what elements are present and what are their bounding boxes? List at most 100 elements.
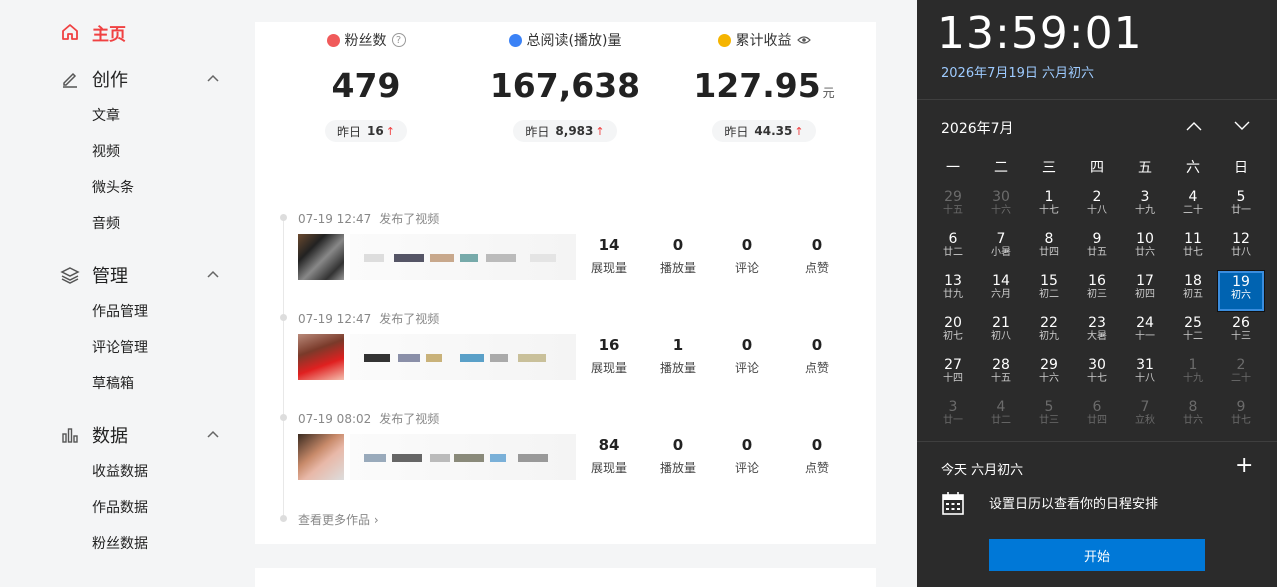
user-icon: [326, 33, 340, 47]
calendar-day[interactable]: 7 小暑: [977, 228, 1025, 270]
calendar-day[interactable]: 3 十九: [1121, 186, 1169, 228]
calendar-day[interactable]: 1 十七: [1025, 186, 1073, 228]
post-header: 07-19 12:47 发布了视频: [298, 310, 439, 327]
nav-item-income-data[interactable]: 收益数据: [60, 454, 220, 490]
nav-item-comments[interactable]: 评论管理: [60, 330, 220, 366]
calendar-day[interactable]: 26 十三: [1217, 312, 1265, 354]
video-thumbnail[interactable]: [298, 334, 344, 380]
calendar-day-today[interactable]: 19 初六: [1217, 270, 1265, 312]
calendar-day[interactable]: 4 廿二: [977, 396, 1025, 438]
calendar-day[interactable]: 5 廿三: [1025, 396, 1073, 438]
lunar-date: 初四: [1135, 288, 1155, 300]
timeline-dot: [280, 515, 287, 522]
view-more-link[interactable]: 查看更多作品 ›: [298, 511, 379, 528]
stat-income[interactable]: 累计收益 127.95 元 昨日 44.35 ↑: [664, 30, 864, 142]
calendar-day[interactable]: 4 二十: [1169, 186, 1217, 228]
calendar-day[interactable]: 6 廿四: [1073, 396, 1121, 438]
calendar-day[interactable]: 25 十二: [1169, 312, 1217, 354]
calendar-day[interactable]: 30 十六: [977, 186, 1025, 228]
nav-item-audio[interactable]: 音频: [60, 206, 220, 242]
nav-group-manage-header[interactable]: 管理: [60, 262, 220, 288]
calendar-grid: 29 十五 30 十六 1 十七 2 十八 3 十九 4 二十 5 廿一 6 廿二 7 小暑 8 廿四 9 廿五 10 廿六 1…: [929, 186, 1265, 438]
full-date-link[interactable]: 2026年7月19日 六月初六: [941, 62, 1094, 81]
chevron-up-icon[interactable]: [206, 268, 220, 282]
calendar-day[interactable]: 10 廿六: [1121, 228, 1169, 270]
calendar-flyout: 13:59:01 2026年7月19日 六月初六 2026年7月 一 二 三 四 五 六 日…: [917, 0, 1277, 587]
nav-item-works-data[interactable]: 作品数据: [60, 490, 220, 526]
nav-item-works[interactable]: 作品管理: [60, 294, 220, 330]
calendar-day[interactable]: 17 初四: [1121, 270, 1169, 312]
post-title-redacted[interactable]: [350, 434, 576, 480]
calendar-day[interactable]: 7 立秋: [1121, 396, 1169, 438]
calendar-day[interactable]: 29 十六: [1025, 354, 1073, 396]
calendar-day[interactable]: 16 初三: [1073, 270, 1121, 312]
help-icon[interactable]: ?: [391, 33, 406, 47]
yesterday-label: 昨日: [337, 124, 362, 139]
calendar-day[interactable]: 27 十四: [929, 354, 977, 396]
chevron-up-icon[interactable]: [206, 72, 220, 86]
post-row[interactable]: 84 展现量 0 播放量 0 评论 0 点赞: [298, 434, 848, 480]
month-label[interactable]: 2026年7月: [941, 118, 1014, 138]
calendar-day[interactable]: 31 十八: [1121, 354, 1169, 396]
start-button[interactable]: 开始: [989, 539, 1205, 571]
day-number: 4: [996, 399, 1006, 415]
day-number: 25: [1184, 315, 1202, 331]
post-row[interactable]: 14 展现量 0 播放量 0 评论 0 点赞: [298, 234, 848, 280]
video-thumbnail[interactable]: [298, 434, 344, 480]
calendar-day[interactable]: 28 十五: [977, 354, 1025, 396]
weekday-label: 一: [946, 160, 960, 176]
eye-icon[interactable]: [796, 35, 811, 45]
nav-item-drafts[interactable]: 草稿箱: [60, 366, 220, 402]
chevron-down-icon[interactable]: [1231, 116, 1253, 136]
calendar-day[interactable]: 8 廿六: [1169, 396, 1217, 438]
calendar-day[interactable]: 24 十一: [1121, 312, 1169, 354]
calendar-day[interactable]: 30 十七: [1073, 354, 1121, 396]
calendar-day[interactable]: 18 初五: [1169, 270, 1217, 312]
metric-label: 点赞: [804, 361, 829, 375]
nav-item-fans-data[interactable]: 粉丝数据: [60, 526, 220, 562]
nav-item-video[interactable]: 视频: [60, 134, 220, 170]
post-title-redacted[interactable]: [350, 334, 576, 380]
calendar-day[interactable]: 11 廿七: [1169, 228, 1217, 270]
calendar-day[interactable]: 2 十八: [1073, 186, 1121, 228]
home-icon: [60, 22, 80, 42]
nav-group-data-header[interactable]: 数据: [60, 422, 220, 448]
secondary-card: [255, 568, 876, 587]
post-title-redacted[interactable]: [350, 234, 576, 280]
nav-group-create-header[interactable]: 创作: [60, 66, 220, 92]
calendar-day[interactable]: 5 廿一: [1217, 186, 1265, 228]
calendar-day[interactable]: 8 廿四: [1025, 228, 1073, 270]
post-row[interactable]: 16 展现量 1 播放量 0 评论 0 点赞: [298, 334, 848, 380]
calendar-day[interactable]: 14 六月: [977, 270, 1025, 312]
video-thumbnail[interactable]: [298, 234, 344, 280]
calendar-day[interactable]: 15 初二: [1025, 270, 1073, 312]
calendar-day[interactable]: 9 廿五: [1073, 228, 1121, 270]
day-number: 13: [944, 273, 962, 289]
calendar-day[interactable]: 3 廿一: [929, 396, 977, 438]
timeline-dot: [280, 314, 287, 321]
stat-fans[interactable]: 粉丝数 ? 479 昨日 16 ↑: [266, 30, 466, 142]
add-event-icon[interactable]: +: [1235, 455, 1253, 477]
calendar-day[interactable]: 23 大暑: [1073, 312, 1121, 354]
calendar-day[interactable]: 2 二十: [1217, 354, 1265, 396]
day-number: 20: [944, 315, 962, 331]
calendar-day[interactable]: 9 廿七: [1217, 396, 1265, 438]
arrow-up-icon: ↑: [794, 124, 804, 138]
calendar-day[interactable]: 22 初九: [1025, 312, 1073, 354]
nav-item-micro[interactable]: 微头条: [60, 170, 220, 206]
calendar-day[interactable]: 21 初八: [977, 312, 1025, 354]
calendar-day[interactable]: 13 廿九: [929, 270, 977, 312]
chevron-up-icon[interactable]: [1183, 116, 1205, 136]
calendar-day[interactable]: 20 初七: [929, 312, 977, 354]
calendar-day[interactable]: 29 十五: [929, 186, 977, 228]
stat-reads[interactable]: 总阅读(播放)量 167,638 昨日 8,983 ↑: [465, 30, 665, 142]
yesterday-value: 44.35: [754, 124, 793, 138]
nav-item-article[interactable]: 文章: [60, 98, 220, 134]
nav-home[interactable]: 主页: [60, 20, 126, 45]
calendar-day[interactable]: 12 廿八: [1217, 228, 1265, 270]
calendar-day[interactable]: 6 廿二: [929, 228, 977, 270]
chevron-up-icon[interactable]: [206, 428, 220, 442]
calendar-day[interactable]: 1 十九: [1169, 354, 1217, 396]
view-more-label: 查看更多作品: [298, 513, 371, 527]
day-number: 27: [944, 357, 962, 373]
